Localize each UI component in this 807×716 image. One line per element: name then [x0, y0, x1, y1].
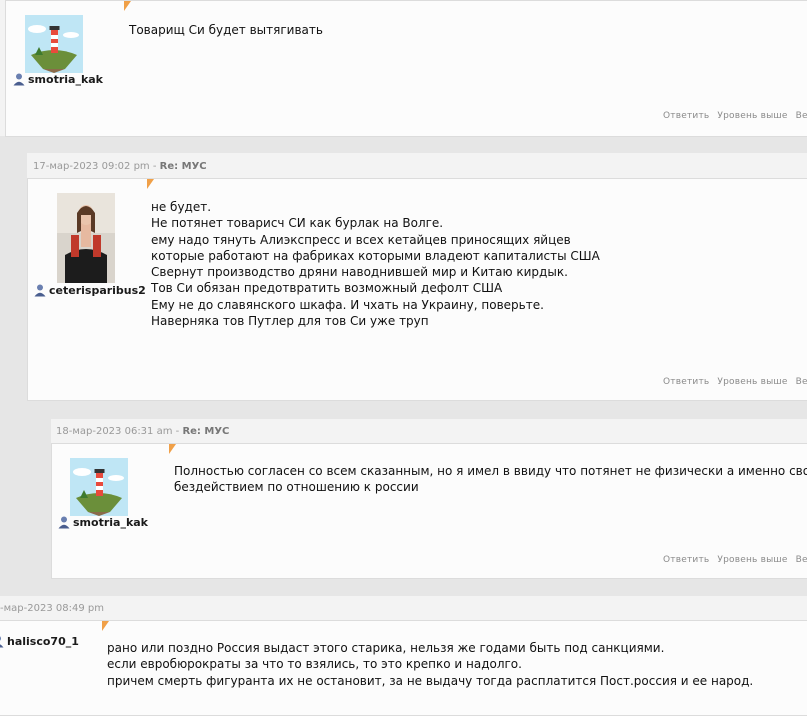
comment-date: 18-мар-2023 06:31 am: [56, 426, 173, 437]
notch-marker: [147, 179, 154, 189]
user-icon: [0, 636, 4, 648]
username-link[interactable]: smotria_kak: [57, 515, 148, 529]
meta-separator: -: [149, 161, 160, 172]
notch-marker: [102, 621, 109, 631]
comment-title[interactable]: Re: МУС: [182, 426, 229, 437]
comment-meta: 17-мар-2023 09:02 pm - Re: МУС: [33, 161, 207, 172]
text-line: Ему не до славянского шкафа. И чхать на …: [151, 297, 544, 312]
notch-marker: [169, 444, 176, 454]
comment-2: 17-мар-2023 09:02 pm - Re: МУС ceterispa…: [27, 153, 807, 401]
comment-meta: 18-мар-2023 06:31 am - Re: МУС: [56, 426, 229, 437]
notch-marker: [124, 1, 131, 11]
username-link[interactable]: ceterisparibus2: [33, 283, 146, 297]
text-line: Свернут производство дряни наводнившей м…: [151, 265, 568, 280]
parent-link[interactable]: Уровень выше: [717, 555, 787, 565]
comment-actions: Ответить Уровень выше Ветвь д: [663, 555, 807, 565]
text-line: Полностью согласен со всем сказанным, но…: [174, 464, 807, 478]
text-line: не будет.: [151, 200, 212, 214]
comment-text: Товарищ Си будет вытягивать: [129, 22, 323, 38]
user-icon: [13, 73, 25, 86]
text-line: Наверняка тов Путлер для тов Си уже труп: [151, 314, 429, 329]
parent-link[interactable]: Уровень выше: [717, 111, 787, 121]
username-link[interactable]: smotria_kak: [12, 72, 103, 86]
meta-separator: -: [172, 426, 183, 437]
user-icon: [58, 516, 70, 529]
user-icon: [34, 284, 46, 297]
username-link[interactable]: halisco70_1: [0, 634, 79, 648]
text-line: Не потянет товарисч СИ как бурлак на Вол…: [151, 216, 444, 231]
username[interactable]: halisco70_1: [7, 635, 79, 648]
text-line: которые работают на фабриках которыми вл…: [151, 248, 600, 263]
reply-link[interactable]: Ответить: [663, 555, 709, 565]
text-line: причем смерть фигуранта их не остановит,…: [107, 673, 754, 688]
text-line: рано или поздно Россия выдаст этого стар…: [107, 641, 665, 655]
thread-link[interactable]: Ветвь д: [796, 555, 807, 565]
comment-1: smotria_kak Товарищ Си будет вытягивать …: [0, 0, 807, 137]
comment-3: 18-мар-2023 06:31 am - Re: МУС smotria_k…: [51, 419, 807, 579]
comment-actions: Ответить Уровень выше Ветвь д: [663, 377, 807, 387]
comment-4: -мар-2023 08:49 pm halisco70_1 рано или …: [0, 596, 807, 716]
comment-actions: Ответить Уровень выше Ветвь д: [663, 111, 807, 121]
avatar[interactable]: [70, 458, 128, 516]
thread-link[interactable]: Ветвь д: [796, 111, 807, 121]
avatar[interactable]: [57, 193, 115, 283]
comment-date: -мар-2023 08:49 pm: [0, 603, 104, 614]
username[interactable]: smotria_kak: [28, 73, 103, 86]
avatar[interactable]: [25, 15, 83, 73]
text-line: бездействием по отношению к россии: [174, 480, 419, 495]
comment-meta: -мар-2023 08:49 pm: [0, 603, 104, 614]
thread-link[interactable]: Ветвь д: [796, 377, 807, 387]
lighthouse-avatar-icon: [70, 458, 128, 516]
comment-text: не будет. Не потянет товарисч СИ как бур…: [151, 199, 600, 329]
comment-text: рано или поздно Россия выдаст этого стар…: [107, 640, 753, 689]
text-line: Тов Си обязан предотвратить возможный де…: [151, 281, 503, 296]
username[interactable]: ceterisparibus2: [49, 284, 146, 297]
username[interactable]: smotria_kak: [73, 516, 148, 529]
text-line: Товарищ Си будет вытягивать: [129, 23, 323, 37]
lighthouse-avatar-icon: [25, 15, 83, 73]
comment-date: 17-мар-2023 09:02 pm: [33, 161, 150, 172]
photo-avatar-icon: [57, 193, 115, 283]
comment-title[interactable]: Re: МУС: [160, 161, 207, 172]
text-line: ему надо тянуть Алиэкспресс и всех кетай…: [151, 232, 571, 247]
text-line: если евробюрократы за что то взялись, то…: [107, 657, 522, 672]
reply-link[interactable]: Ответить: [663, 111, 709, 121]
comment-text: Полностью согласен со всем сказанным, но…: [174, 463, 807, 496]
parent-link[interactable]: Уровень выше: [717, 377, 787, 387]
reply-link[interactable]: Ответить: [663, 377, 709, 387]
